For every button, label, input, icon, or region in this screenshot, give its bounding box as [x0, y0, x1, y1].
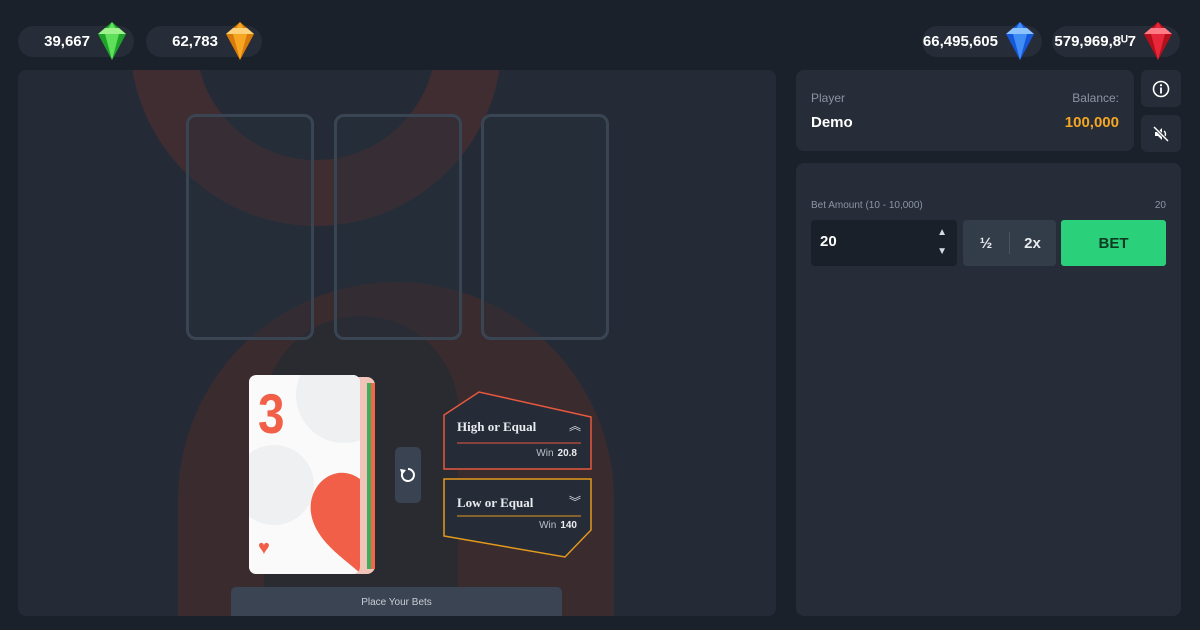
bet-panel: Bet Amount (10 - 10,000) 20 ▲ ▼ ½ 2x BET: [796, 163, 1181, 616]
gem-orange-value: 62,783: [172, 33, 218, 50]
divider: [1009, 232, 1010, 254]
half-bet-button[interactable]: ½: [963, 220, 1009, 266]
current-card: 3 ♥: [249, 375, 360, 574]
gem-counter-blue: 66,495,605: [922, 22, 1042, 60]
bet-button[interactable]: BET: [1061, 220, 1166, 266]
high-option-win: Win 20.8: [536, 448, 577, 459]
status-message: Place Your Bets: [231, 587, 562, 616]
card-slot-3: [481, 114, 609, 340]
bet-amount-label: Bet Amount (10 - 10,000): [811, 200, 923, 211]
bet-amount-field: ▲ ▼: [811, 220, 957, 266]
gem-counter-orange: 62,783: [146, 22, 262, 60]
mute-icon: [1152, 125, 1170, 142]
card-slot-1: [186, 114, 314, 340]
gem-counter-green: 39,667: [18, 22, 134, 60]
low-or-equal-option[interactable]: Low or Equal ︾ Win 140: [443, 478, 595, 560]
heart-icon: ♥: [258, 537, 270, 559]
low-option-label: Low or Equal: [457, 495, 534, 510]
orange-gem-icon: [226, 22, 254, 60]
player-info-card: Player Demo Balance: 100,000: [796, 70, 1134, 151]
low-option-win: Win 140: [539, 520, 577, 531]
red-gem-icon: [1144, 22, 1172, 60]
blue-gem-icon: [1006, 22, 1034, 60]
gem-blue-value: 66,495,605: [922, 33, 998, 50]
high-or-equal-option[interactable]: High or Equal ︽ Win 20.8: [443, 391, 595, 473]
game-board: 3 ♥ High or Equal ︽ Win 20.8 Low or Equal…: [18, 70, 776, 616]
chevron-down-icon[interactable]: ▼: [937, 246, 947, 257]
bet-amount-input[interactable]: [820, 233, 920, 250]
card-slot-2: [334, 114, 462, 340]
balance-value: 100,000: [1064, 114, 1119, 131]
double-chevron-down-icon: ︾: [568, 495, 581, 509]
chevron-up-icon[interactable]: ▲: [937, 227, 947, 238]
refresh-icon: [400, 468, 415, 482]
high-option-label: High or Equal: [457, 419, 537, 434]
sound-toggle-button[interactable]: [1141, 115, 1181, 152]
balance-label: Balance:: [1072, 91, 1119, 105]
gem-counter-red: 579,969,8ᵁ7: [1052, 22, 1180, 60]
skip-card-button[interactable]: [395, 447, 421, 503]
double-bet-button[interactable]: 2x: [1009, 220, 1056, 266]
green-gem-icon: [98, 22, 126, 60]
player-name: Demo: [811, 114, 853, 131]
double-chevron-up-icon: ︽: [568, 419, 581, 433]
gem-green-value: 39,667: [44, 33, 90, 50]
player-label: Player: [811, 91, 846, 105]
gem-red-value: 579,969,8ᵁ7: [1054, 33, 1136, 50]
info-icon: [1152, 80, 1170, 97]
card-rank: 3: [258, 382, 285, 445]
bet-amount-display: 20: [1154, 200, 1166, 211]
info-button[interactable]: [1141, 70, 1181, 107]
